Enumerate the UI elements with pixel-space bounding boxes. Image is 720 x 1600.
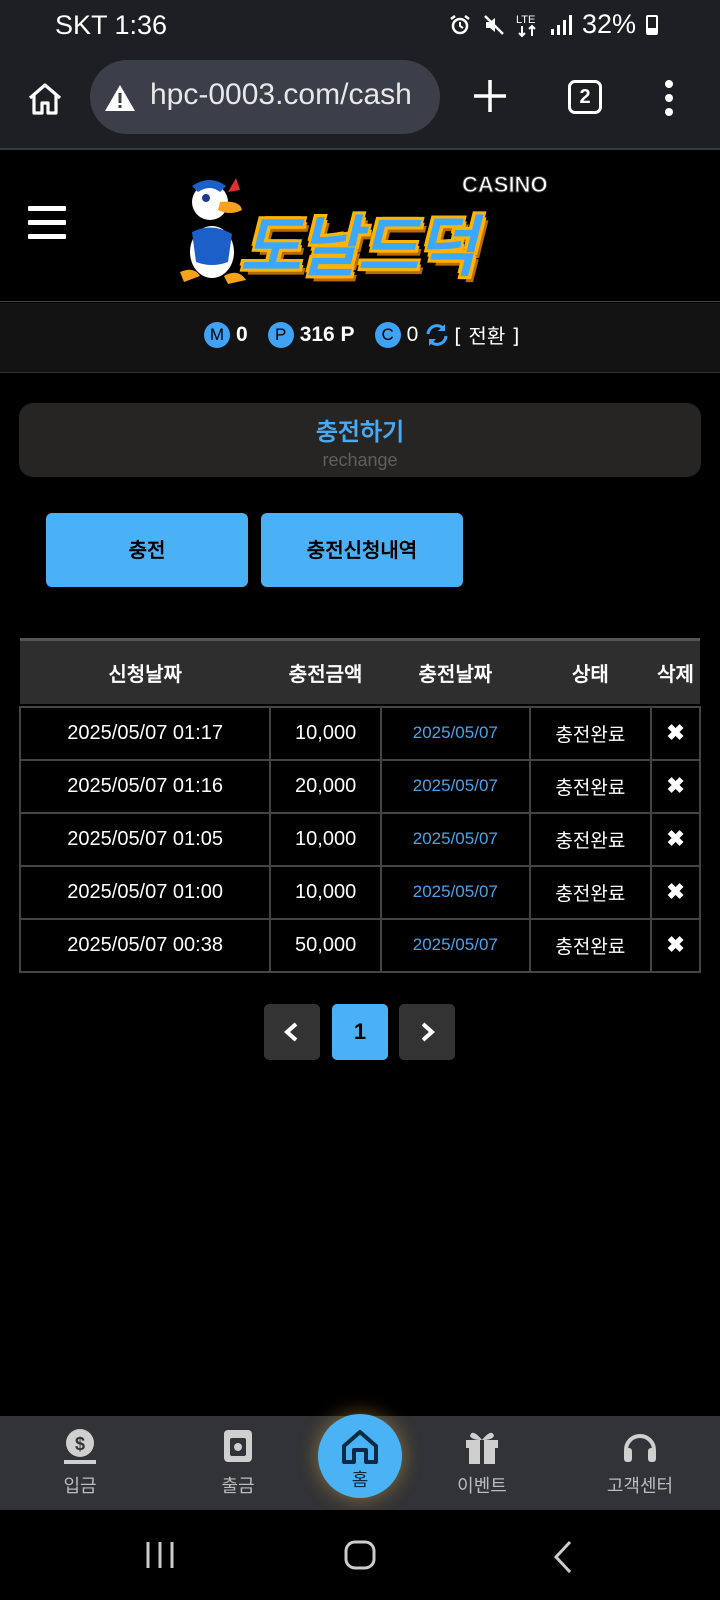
status-bar: SKT 1:36 LTE 32% [0, 0, 720, 50]
point-badge-icon: P [267, 321, 294, 348]
next-page-button[interactable] [399, 1004, 455, 1060]
history-tab-button[interactable]: 충전신청내역 [261, 513, 463, 587]
col-header-delete: 삭제 [651, 638, 700, 704]
nav-withdraw[interactable]: 출금 [178, 1416, 298, 1510]
address-bar[interactable]: hpc-0003.com/cash [90, 60, 440, 134]
chevron-right-icon [421, 1022, 436, 1042]
page-title: 충전하기 [315, 418, 405, 446]
new-tab-icon[interactable] [470, 76, 510, 116]
lte-icon: LTE [516, 14, 536, 37]
charge-date-cell: 2025/05/07 [379, 705, 531, 761]
table-row: 2025/05/07 01:05 10,000 2025/05/07 충전완료 … [18, 811, 701, 867]
battery-percent: 32% [581, 9, 636, 39]
amount-cell: 10,000 [269, 864, 382, 920]
charge-date-cell: 2025/05/07 [379, 917, 531, 973]
menu-icon[interactable] [28, 206, 66, 240]
alarm-icon [450, 14, 470, 34]
amount-cell: 50,000 [269, 917, 382, 973]
browser-home-icon[interactable] [26, 80, 64, 118]
page-number-button[interactable]: 1 [332, 1004, 388, 1060]
svg-text:LTE: LTE [516, 14, 535, 26]
status-cell: 충전완료 [528, 705, 653, 761]
delete-icon[interactable]: ✖ [650, 917, 701, 973]
nav-withdraw-label: 출금 [221, 1476, 255, 1497]
charge-tab-button[interactable]: 충전 [46, 513, 248, 587]
nav-deposit[interactable]: $ 입금 [20, 1416, 140, 1510]
site-header: CASINO 도날드덕 [0, 152, 720, 302]
request-date-cell: 2025/05/07 01:05 [18, 811, 272, 867]
convert-link[interactable]: [ 전환 ] [454, 320, 519, 349]
site-logo[interactable]: CASINO 도날드덕 [170, 164, 560, 289]
charge-history-table: 신청날짜 충전금액 충전날짜 상태 삭제 2025/05/07 01:17 10… [18, 638, 701, 973]
charge-date-cell: 2025/05/07 [379, 758, 531, 814]
point-value: 316 P [299, 322, 355, 346]
logo-wordmark: 도날드덕 [240, 209, 477, 286]
nav-home-button[interactable]: 홈 [318, 1414, 402, 1498]
tab-switcher-button[interactable]: 2 [568, 80, 602, 114]
request-date-cell: 2025/05/07 01:00 [18, 864, 272, 920]
casino-value: 0 [406, 322, 419, 346]
delete-icon[interactable]: ✖ [650, 705, 701, 761]
nav-support-label: 고객센터 [606, 1476, 674, 1497]
money-bag-icon: $ [64, 1429, 96, 1464]
request-date-cell: 2025/05/07 01:17 [18, 705, 272, 761]
system-home-icon[interactable] [344, 1540, 376, 1570]
points-bar: M 0 P 316 P C 0 [ 전환 ] [0, 303, 720, 373]
money-badge-icon: M [204, 321, 230, 348]
delete-icon[interactable]: ✖ [650, 864, 701, 920]
nav-deposit-label: 입금 [63, 1476, 97, 1497]
col-header-status: 상태 [529, 638, 652, 704]
table-row: 2025/05/07 01:16 20,000 2025/05/07 충전완료 … [18, 758, 701, 814]
system-nav-bar [0, 1510, 720, 1600]
chevron-left-icon [283, 1022, 298, 1042]
nav-event[interactable]: 이벤트 [422, 1416, 542, 1510]
col-header-amount: 충전금액 [270, 638, 381, 704]
amount-cell: 10,000 [269, 705, 382, 761]
battery-icon [646, 14, 658, 35]
delete-icon[interactable]: ✖ [650, 758, 701, 814]
recent-apps-icon[interactable] [144, 1540, 176, 1570]
charge-date-cell: 2025/05/07 [379, 864, 531, 920]
back-icon[interactable] [552, 1540, 576, 1574]
atm-icon [224, 1430, 252, 1462]
nav-event-label: 이벤트 [457, 1476, 507, 1497]
status-cell: 충전완료 [528, 758, 653, 814]
table-header-row: 신청날짜 충전금액 충전날짜 상태 삭제 [20, 638, 700, 704]
page-subtitle: rechange [322, 450, 398, 470]
col-header-charge-date: 충전날짜 [380, 638, 530, 704]
page-title-panel: 충전하기 rechange [19, 403, 701, 477]
browser-toolbar: hpc-0003.com/cash 2 [0, 50, 720, 150]
mute-icon [484, 14, 504, 35]
home-icon [342, 1430, 378, 1464]
amount-cell: 10,000 [269, 811, 382, 867]
gift-icon [466, 1432, 498, 1464]
charge-date-cell: 2025/05/07 [379, 811, 531, 867]
status-cell: 충전완료 [528, 917, 653, 973]
url-text[interactable]: hpc-0003.com/cash [150, 78, 412, 112]
amount-cell: 20,000 [269, 758, 382, 814]
duck-mascot-icon [180, 178, 246, 284]
nav-home-label: 홈 [351, 1470, 369, 1491]
money-value: 0 [236, 322, 248, 346]
table-row: 2025/05/07 00:38 50,000 2025/05/07 충전완료 … [18, 917, 701, 973]
col-header-request-date: 신청날짜 [20, 638, 271, 704]
svg-text:$: $ [75, 1434, 85, 1454]
request-date-cell: 2025/05/07 00:38 [18, 917, 272, 973]
prev-page-button[interactable] [264, 1004, 320, 1060]
delete-icon[interactable]: ✖ [650, 811, 701, 867]
casino-badge-icon: C [374, 321, 401, 348]
status-cell: 충전완료 [528, 811, 653, 867]
warning-icon[interactable] [104, 84, 136, 112]
carrier-time: SKT 1:36 [55, 10, 168, 40]
status-cell: 충전완료 [528, 864, 653, 920]
headset-icon [624, 1434, 656, 1462]
request-date-cell: 2025/05/07 01:16 [18, 758, 272, 814]
table-row: 2025/05/07 01:00 10,000 2025/05/07 충전완료 … [18, 864, 701, 920]
more-menu-icon[interactable] [664, 80, 674, 116]
nav-support[interactable]: 고객센터 [580, 1416, 700, 1510]
table-row: 2025/05/07 01:17 10,000 2025/05/07 충전완료 … [18, 705, 701, 761]
status-icons: LTE 32% [448, 9, 658, 40]
refresh-icon[interactable] [424, 322, 450, 348]
signal-icon [550, 14, 572, 35]
